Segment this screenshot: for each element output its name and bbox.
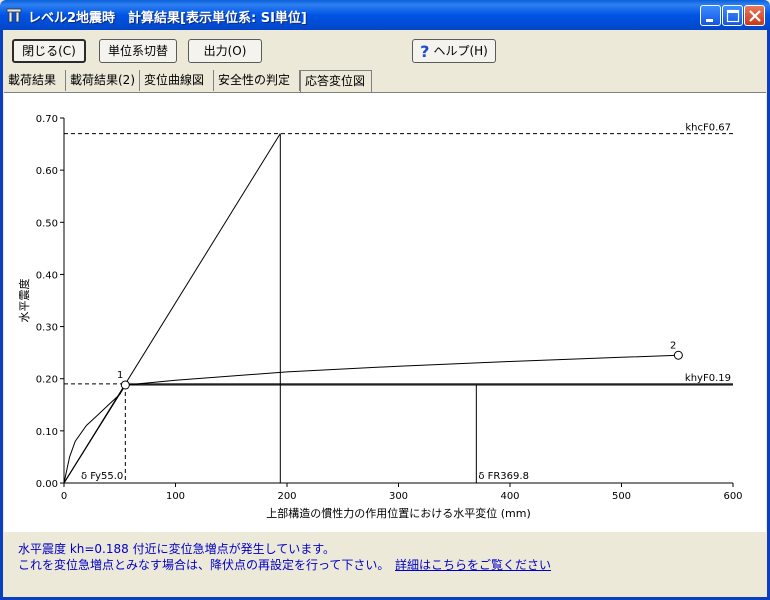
point-label-1: 1 [117,370,123,381]
series-line-4 [63,133,281,484]
y-tick-label: 0.20 [36,375,58,386]
minimize-icon [706,19,713,22]
minimize-button[interactable] [700,5,721,26]
details-link[interactable]: 詳細はこちらをご覧ください [395,557,551,573]
close-button[interactable]: 閉じる(C) [12,39,86,63]
unit-switch-label: 単位系切替 [107,44,168,58]
point-label-2: 2 [670,340,676,351]
dr-label: δ FR369.8 [478,471,529,482]
help-button-label: ヘルプ(H) [433,44,488,58]
status-message: 水平震度 kh=0.188 付近に変位急増点が発生しています。 これを変位急増点… [18,541,389,573]
khy-label: khyF0.19 [685,373,731,384]
response-displacement-chart: 0.00 0.10 0.20 0.30 0.40 0.50 0.60 0.70 0 100 200 3… [17,114,743,520]
tab-load-results-2[interactable]: 載荷結果(2) [66,70,140,91]
status-line-1: 水平震度 kh=0.188 付近に変位急増点が発生しています。 [18,542,336,556]
help-icon: ? [420,42,430,61]
tab-label: 変位曲線図 [144,73,205,87]
tab-label: 載荷結果(2) [70,73,135,87]
x-tick-label: 0 [61,491,67,502]
tab-label: 応答変位図 [305,74,366,88]
chart-panel: 0.00 0.10 0.20 0.30 0.40 0.50 0.60 0.70 0 100 200 3… [4,92,766,532]
tab-label: 安全性の判定 [218,73,291,87]
output-button-label: 出力(O) [203,44,247,58]
x-tick-label: 300 [389,491,408,502]
x-tick-label: 400 [500,491,519,502]
y-tick-label: 0.10 [36,427,58,438]
y-tick-label: 0.50 [36,218,58,229]
maximize-button[interactable] [722,5,743,26]
app-icon [6,8,22,23]
tab-response-displacement[interactable]: 応答変位図 [300,70,372,92]
khc-label: khcF0.67 [685,123,731,134]
help-button[interactable]: ? ヘルプ(H) [412,39,496,63]
x-tick-label: 500 [612,491,631,502]
y-tick-label: 0.70 [36,114,58,125]
x-axis-label: 上部構造の慣性力の作用位置における水平変位 (mm) [266,506,531,520]
maximize-icon [726,9,740,23]
y-tick-label: 0.00 [36,479,58,490]
x-tick-label: 200 [277,491,296,502]
status-line-2: これを変位急増点とみなす場合は、降伏点の再設定を行って下さい。 [18,558,390,572]
title-bar: レベル2地震時 計算結果[表示単位系: SI単位] [0,0,770,30]
x-tick-label: 100 [166,491,185,502]
window-title: レベル2地震時 計算結果[表示単位系: SI単位] [28,11,307,26]
tab-safety-judgment[interactable]: 安全性の判定 [214,70,300,91]
close-icon [749,10,761,22]
point-marker-2 [673,350,683,360]
y-tick-label: 0.30 [36,323,58,334]
y-axis-label: 水平震度 [17,279,31,323]
x-tick-label: 600 [723,491,742,502]
y-tick-label: 0.60 [36,166,58,177]
close-window-button[interactable] [744,5,765,26]
window-frame-left [0,30,3,600]
output-button[interactable]: 出力(O) [188,39,262,63]
tab-load-results[interactable]: 載荷結果 [4,70,66,91]
series-line-2 [63,354,679,484]
close-button-label: 閉じる(C) [22,44,76,58]
tab-label: 載荷結果 [8,73,57,87]
tab-displacement-curve[interactable]: 変位曲線図 [140,70,214,91]
y-tick-label: 0.40 [36,270,58,281]
dy-label: δ Fy55.0 [81,471,123,482]
unit-switch-button[interactable]: 単位系切替 [99,39,177,63]
point-marker-1 [120,380,130,390]
